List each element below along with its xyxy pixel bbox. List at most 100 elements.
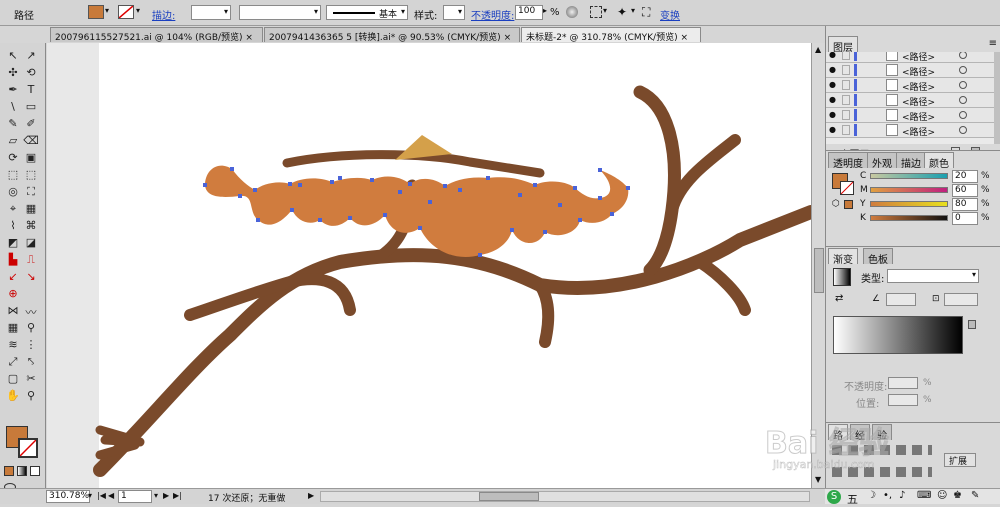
pencil-tool-icon[interactable]: ✐ (23, 117, 39, 133)
ime-mode[interactable]: 五 (847, 491, 858, 507)
none-mode-icon[interactable] (30, 466, 40, 476)
align-dropdown-icon[interactable]: ▾ (603, 6, 607, 15)
target-icon[interactable] (959, 66, 967, 74)
reverse-gradient-icon[interactable]: ⇄ (835, 293, 843, 304)
layer-row[interactable]: ● <路径> (826, 123, 994, 138)
layer-row[interactable]: ● <路径> (826, 63, 994, 78)
scale-tool-icon[interactable]: ▣ (23, 151, 39, 167)
transform-link[interactable]: 变换 (660, 7, 680, 22)
type-tool-icon[interactable]: T (23, 83, 39, 99)
prev-page-icon[interactable]: ◀ (108, 491, 114, 500)
rectangle-tool-icon[interactable]: ▭ (23, 100, 39, 116)
style-select[interactable]: ▾ (443, 5, 465, 20)
width-tool-icon[interactable]: ⬚ (5, 168, 21, 184)
direct-selection-tool-icon[interactable]: ↗ (23, 49, 39, 65)
blend-tool-icon[interactable]: ⌘ (23, 219, 39, 235)
pen-tool-icon[interactable]: ✒ (5, 83, 21, 99)
recolor-icon[interactable] (566, 6, 578, 18)
target-icon[interactable] (959, 126, 967, 134)
anchor-point[interactable] (598, 196, 602, 200)
layer-row[interactable]: ● <路径> (826, 108, 994, 123)
eye-icon[interactable]: ● (829, 65, 836, 74)
anchor-point[interactable] (298, 183, 302, 187)
punctuation-icon[interactable]: •, (883, 490, 892, 501)
keyboard-icon[interactable]: ⌨ (917, 490, 931, 501)
canvas[interactable] (47, 43, 811, 488)
column-graph-tool-icon[interactable]: ◪ (23, 236, 39, 252)
scroll-up-icon[interactable]: ▲ (815, 45, 821, 54)
anchor-point[interactable] (478, 253, 482, 257)
gradient-ramp[interactable] (833, 316, 963, 354)
channel-slider[interactable] (870, 173, 948, 179)
lock-toggle[interactable] (842, 125, 850, 135)
anchor-point[interactable] (408, 182, 412, 186)
tools-icon[interactable]: ✎ (971, 490, 979, 501)
page-input[interactable]: 1 (118, 490, 152, 503)
h-scroll-thumb[interactable] (479, 492, 539, 501)
hand2-tool-icon[interactable]: ✋ (5, 389, 21, 405)
tab-layers[interactable]: 图层 (828, 36, 858, 54)
anchor-point[interactable] (348, 216, 352, 220)
close-icon[interactable]: × (245, 33, 253, 42)
eye-icon[interactable]: ● (829, 125, 836, 134)
anchor-point[interactable] (578, 218, 582, 222)
paintbrush-tool-icon[interactable]: ✎ (5, 117, 21, 133)
zoom-tool-icon[interactable]: ⚲ (23, 321, 39, 337)
next-page-icon[interactable]: ▶ (163, 491, 169, 500)
symbol-tool-icon[interactable]: ⊕ (5, 287, 21, 303)
lock-toggle[interactable] (842, 95, 850, 105)
eraser-tool-icon[interactable]: ⌫ (23, 134, 39, 150)
gradient-preview-swatch[interactable] (833, 268, 851, 286)
layers-scrollbar[interactable] (994, 52, 1000, 144)
close-icon[interactable]: × (680, 33, 688, 42)
stroke-swatch[interactable] (118, 5, 134, 19)
zoom-dropdown-icon[interactable]: ▾ (88, 491, 92, 500)
opacity-stepper-icon[interactable]: ▸ (543, 6, 547, 15)
gradient-delete-icon[interactable] (968, 320, 976, 329)
chart-tool-icon[interactable]: ▦ (5, 321, 21, 337)
slice2-tool-icon[interactable]: ⤣ (23, 355, 39, 371)
fill-dropdown-icon[interactable]: ▾ (105, 6, 109, 15)
artboard-tool-icon[interactable]: ▙ (5, 253, 21, 269)
channel-value-input[interactable]: 60 (952, 184, 978, 197)
mesh2-tool-icon[interactable]: ⋈ (5, 304, 21, 320)
last-page-icon[interactable]: ▶| (173, 491, 182, 500)
anchor-point[interactable] (518, 193, 522, 197)
anchor-point[interactable] (288, 182, 292, 186)
gradient-tool-icon[interactable]: ▦ (23, 202, 39, 218)
perspective-tool-icon[interactable]: ⛶ (23, 185, 39, 201)
eye-icon[interactable]: ● (829, 80, 836, 89)
first-page-icon[interactable]: |◀ (97, 491, 106, 500)
tab-document-1[interactable]: 200796115527521.ai @ 104% (RGB/预览) × (50, 27, 263, 42)
small-fill-swatch[interactable] (844, 200, 853, 209)
lines-tool-icon[interactable]: ≋ (5, 338, 21, 354)
rect-frame-tool-icon[interactable]: ▢ (5, 372, 21, 388)
anchor-point[interactable] (238, 194, 242, 198)
free-transform-tool-icon[interactable]: ⬚ (23, 168, 39, 184)
stroke-weight-input[interactable]: ▾ (191, 5, 231, 20)
rotate-tool-icon[interactable]: ⟳ (5, 151, 21, 167)
target-icon[interactable] (959, 52, 967, 59)
anchor-point[interactable] (253, 188, 257, 192)
anchor-point[interactable] (543, 230, 547, 234)
anchor-point[interactable] (558, 203, 562, 207)
color-mode-icon[interactable] (4, 466, 14, 476)
zoom-select[interactable]: 310.78% (46, 490, 90, 503)
anchor-point[interactable] (428, 200, 432, 204)
tab-color[interactable]: 颜色 (924, 152, 954, 170)
slice-tool-icon[interactable]: ⎍ (23, 253, 39, 269)
transform-icon[interactable]: ⛶ (642, 5, 650, 20)
lock-toggle[interactable] (842, 80, 850, 90)
lock-toggle[interactable] (842, 65, 850, 75)
artboard2-tool-icon[interactable]: ⤢ (5, 355, 21, 371)
gradient-type-select[interactable]: ▾ (887, 269, 979, 283)
horizontal-scrollbar[interactable] (320, 491, 810, 502)
variable-width-select[interactable]: ▾ (239, 5, 321, 20)
lock-toggle[interactable] (842, 110, 850, 120)
channel-slider[interactable] (870, 187, 948, 193)
gradient-opacity-input[interactable] (888, 377, 918, 389)
eye-icon[interactable]: ● (829, 52, 836, 59)
gradient-position-input[interactable] (888, 394, 918, 406)
anchor-point[interactable] (256, 218, 260, 222)
anchor-point[interactable] (203, 183, 207, 187)
